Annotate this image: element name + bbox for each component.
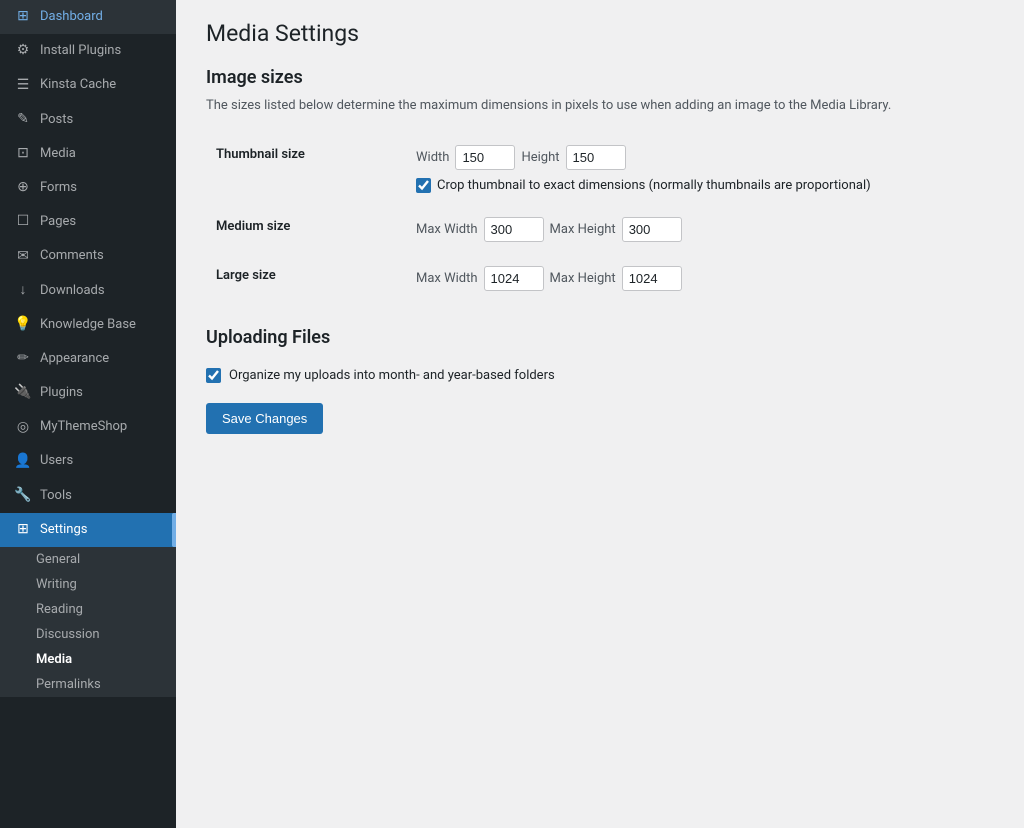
sidebar-item-label: Pages (40, 213, 76, 231)
sidebar-item-dashboard[interactable]: ⊞ Dashboard (0, 0, 176, 34)
submenu-item-reading[interactable]: Reading (0, 597, 176, 622)
sidebar-item-appearance[interactable]: ✏ Appearance (0, 342, 176, 376)
settings-submenu: General Writing Reading Discussion Media… (0, 547, 176, 697)
sidebar-item-label: Downloads (40, 282, 105, 300)
tools-icon: 🔧 (14, 487, 32, 505)
knowledge-base-icon: 💡 (14, 316, 32, 334)
thumbnail-width-input[interactable] (455, 145, 515, 170)
thumbnail-width-label: Width (416, 150, 449, 165)
sidebar-item-label: Dashboard (40, 8, 103, 26)
submenu-item-writing[interactable]: Writing (0, 572, 176, 597)
settings-icon: ⊞ (14, 521, 32, 539)
downloads-icon: ↓ (14, 282, 32, 300)
sidebar-item-pages[interactable]: ☐ Pages (0, 205, 176, 239)
sidebar-item-label: Comments (40, 247, 104, 265)
sidebar: ⊞ Dashboard ⚙ Install Plugins ☰ Kinsta C… (0, 0, 176, 828)
sidebar-item-install-plugins[interactable]: ⚙ Install Plugins (0, 34, 176, 68)
large-label: Large size (216, 268, 276, 283)
thumbnail-crop-label: Crop thumbnail to exact dimensions (norm… (437, 178, 871, 193)
image-sizes-desc: The sizes listed below determine the max… (206, 98, 994, 113)
submenu-item-general[interactable]: General (0, 547, 176, 572)
sidebar-item-tools[interactable]: 🔧 Tools (0, 479, 176, 513)
pages-icon: ☐ (14, 213, 32, 231)
dashboard-icon: ⊞ (14, 8, 32, 26)
sidebar-item-label: Knowledge Base (40, 316, 136, 334)
sidebar-item-settings[interactable]: ⊞ Settings (0, 513, 176, 547)
sidebar-item-label: Appearance (40, 350, 109, 368)
sidebar-item-kinsta-cache[interactable]: ☰ Kinsta Cache (0, 68, 176, 102)
save-changes-button[interactable]: Save Changes (206, 403, 323, 434)
large-fields: Max Width Max Height (416, 266, 984, 291)
sidebar-item-label: Install Plugins (40, 42, 121, 60)
sidebar-item-comments[interactable]: ✉ Comments (0, 239, 176, 273)
appearance-icon: ✏ (14, 350, 32, 368)
sidebar-item-label: MyThemeShop (40, 418, 127, 436)
thumbnail-fields: Width Height (416, 145, 984, 170)
medium-label: Medium size (216, 219, 290, 234)
thumbnail-height-label: Height (521, 150, 559, 165)
forms-icon: ⊕ (14, 179, 32, 197)
medium-fields: Max Width Max Height (416, 217, 984, 242)
page-title: Media Settings (206, 20, 994, 47)
kinsta-cache-icon: ☰ (14, 76, 32, 94)
uploading-files-title: Uploading Files (206, 327, 994, 348)
sidebar-item-media[interactable]: ⊡ Media (0, 137, 176, 171)
plugins-icon: 🔌 (14, 384, 32, 402)
sidebar-item-label: Posts (40, 111, 73, 129)
thumbnail-height-input[interactable] (566, 145, 626, 170)
medium-row: Medium size Max Width Max Height (206, 205, 994, 254)
medium-width-input[interactable] (484, 217, 544, 242)
sidebar-item-downloads[interactable]: ↓ Downloads (0, 274, 176, 308)
users-icon: 👤 (14, 453, 32, 471)
mythemeshop-icon: ◎ (14, 418, 32, 436)
sidebar-item-label: Media (40, 145, 76, 163)
sidebar-item-posts[interactable]: ✎ Posts (0, 103, 176, 137)
active-indicator (172, 513, 176, 547)
posts-icon: ✎ (14, 111, 32, 129)
submenu-item-permalinks[interactable]: Permalinks (0, 672, 176, 697)
sidebar-item-users[interactable]: 👤 Users (0, 444, 176, 478)
sidebar-item-knowledge-base[interactable]: 💡 Knowledge Base (0, 308, 176, 342)
upload-checkbox-row: Organize my uploads into month- and year… (206, 368, 994, 383)
medium-height-label: Max Height (550, 222, 616, 237)
sidebar-item-forms[interactable]: ⊕ Forms (0, 171, 176, 205)
image-sizes-title: Image sizes (206, 67, 994, 88)
thumbnail-crop-row: Crop thumbnail to exact dimensions (norm… (416, 178, 984, 193)
comments-icon: ✉ (14, 247, 32, 265)
sidebar-item-label: Users (40, 452, 73, 470)
sidebar-item-label: Forms (40, 179, 77, 197)
submenu-item-discussion[interactable]: Discussion (0, 622, 176, 647)
large-width-label: Max Width (416, 271, 478, 286)
submenu-item-media[interactable]: Media (0, 647, 176, 672)
thumbnail-crop-checkbox[interactable] (416, 178, 431, 193)
upload-checkbox-label: Organize my uploads into month- and year… (229, 368, 555, 383)
sidebar-item-mythemeshop[interactable]: ◎ MyThemeShop (0, 410, 176, 444)
media-icon: ⊡ (14, 145, 32, 163)
sidebar-item-label: Tools (40, 487, 72, 505)
large-height-input[interactable] (622, 266, 682, 291)
sidebar-item-label: Settings (40, 521, 87, 539)
upload-checkbox[interactable] (206, 368, 221, 383)
thumbnail-row: Thumbnail size Width Height Crop thumbna… (206, 133, 994, 205)
medium-width-label: Max Width (416, 222, 478, 237)
sidebar-item-label: Kinsta Cache (40, 76, 116, 94)
upload-section: Organize my uploads into month- and year… (206, 368, 994, 434)
thumbnail-label: Thumbnail size (216, 147, 305, 162)
large-row: Large size Max Width Max Height (206, 254, 994, 303)
sidebar-item-plugins[interactable]: 🔌 Plugins (0, 376, 176, 410)
large-height-label: Max Height (550, 271, 616, 286)
main-content: Media Settings Image sizes The sizes lis… (176, 0, 1024, 828)
image-sizes-table: Thumbnail size Width Height Crop thumbna… (206, 133, 994, 303)
medium-height-input[interactable] (622, 217, 682, 242)
sidebar-item-label: Plugins (40, 384, 83, 402)
install-plugins-icon: ⚙ (14, 42, 32, 60)
large-width-input[interactable] (484, 266, 544, 291)
